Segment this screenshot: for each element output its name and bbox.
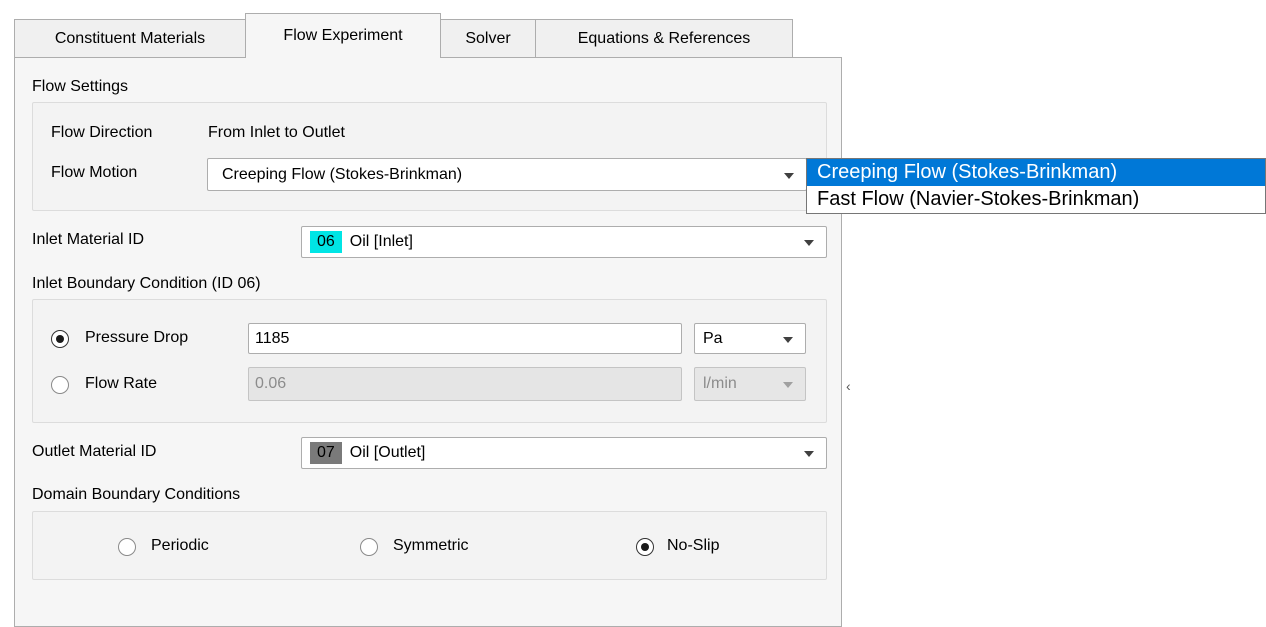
inlet-bc-title: Inlet Boundary Condition (ID 06) xyxy=(32,275,261,292)
chevron-down-icon xyxy=(804,240,814,246)
flow-settings-group xyxy=(32,102,827,211)
tab-constituent-materials[interactable]: Constituent Materials xyxy=(14,19,246,57)
flow-motion-dropdown[interactable]: Creeping Flow (Stokes-Brinkman) xyxy=(207,158,807,191)
inlet-material-name: Oil [Inlet] xyxy=(349,233,413,250)
outlet-material-dropdown[interactable]: 07 Oil [Outlet] xyxy=(301,437,827,469)
flow-rate-unit-value: l/min xyxy=(703,375,737,392)
symmetric-radio[interactable] xyxy=(360,538,378,556)
flow-settings-title: Flow Settings xyxy=(32,78,129,95)
pressure-unit-dropdown[interactable]: Pa xyxy=(694,323,806,354)
inlet-bc-group xyxy=(32,299,827,423)
popup-option-creeping-flow[interactable]: Creeping Flow (Stokes-Brinkman) xyxy=(807,159,1265,186)
tab-solver[interactable]: Solver xyxy=(440,19,536,57)
inlet-material-label: Inlet Material ID xyxy=(32,231,145,248)
periodic-label[interactable]: Periodic xyxy=(151,537,209,555)
pressure-drop-input[interactable]: 1185 xyxy=(248,323,682,354)
pressure-drop-label[interactable]: Pressure Drop xyxy=(85,329,188,347)
inlet-material-color-chip: 06 xyxy=(310,231,342,253)
chevron-down-icon xyxy=(783,382,793,388)
flow-direction-label: Flow Direction xyxy=(51,124,153,141)
chevron-down-icon xyxy=(784,172,794,179)
symmetric-label[interactable]: Symmetric xyxy=(393,537,469,555)
outlet-material-color-chip: 07 xyxy=(310,442,342,464)
no-slip-radio[interactable] xyxy=(636,538,654,556)
outlet-material-name: Oil [Outlet] xyxy=(349,444,426,461)
no-slip-label[interactable]: No-Slip xyxy=(667,537,719,555)
tab-flow-experiment[interactable]: Flow Experiment xyxy=(245,13,441,58)
outlet-material-label: Outlet Material ID xyxy=(32,443,157,460)
tab-equations-references[interactable]: Equations & References xyxy=(535,19,793,57)
pressure-drop-radio[interactable] xyxy=(51,330,69,348)
periodic-radio[interactable] xyxy=(118,538,136,556)
chevron-down-icon xyxy=(783,336,793,343)
splitter-handle-icon[interactable]: ‹ xyxy=(846,378,851,394)
flow-rate-label[interactable]: Flow Rate xyxy=(85,375,157,393)
flow-motion-popup-list: Creeping Flow (Stokes-Brinkman) Fast Flo… xyxy=(806,158,1266,214)
domain-bc-title: Domain Boundary Conditions xyxy=(32,486,241,503)
pressure-unit-value: Pa xyxy=(703,329,723,347)
flow-motion-value: Creeping Flow (Stokes-Brinkman) xyxy=(222,165,463,183)
popup-option-fast-flow[interactable]: Fast Flow (Navier-Stokes-Brinkman) xyxy=(807,186,1265,213)
flow-rate-input: 0.06 xyxy=(248,367,682,401)
flow-rate-unit-dropdown: l/min xyxy=(694,367,806,401)
flow-motion-label: Flow Motion xyxy=(51,164,138,181)
inlet-material-dropdown[interactable]: 06 Oil [Inlet] xyxy=(301,226,827,258)
flow-direction-value: From Inlet to Outlet xyxy=(208,124,345,141)
chevron-down-icon xyxy=(804,451,814,457)
flow-rate-radio[interactable] xyxy=(51,376,69,394)
